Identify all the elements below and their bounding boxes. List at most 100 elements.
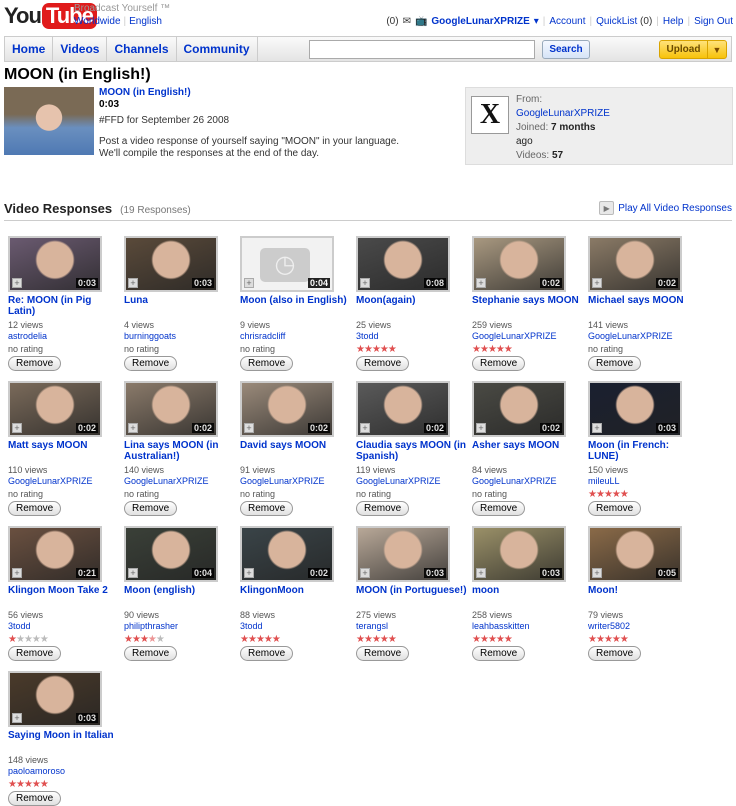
chevron-down-icon[interactable]: ▾ — [534, 16, 539, 27]
add-to-quicklist-icon[interactable]: + — [476, 278, 486, 288]
upload-label[interactable]: Upload — [660, 41, 708, 58]
author-link[interactable]: 3todd — [240, 621, 352, 632]
search-button[interactable]: Search — [542, 40, 590, 59]
mail-icon[interactable]: ✉ — [403, 16, 411, 27]
add-to-quicklist-icon[interactable]: + — [12, 568, 22, 578]
video-thumbnail[interactable]: +0:02 — [472, 236, 566, 292]
play-all-button[interactable]: ▶ Play All Video Responses — [599, 201, 732, 215]
add-to-quicklist-icon[interactable]: + — [128, 278, 138, 288]
author-link[interactable]: GoogleLunarXPRIZE — [8, 476, 120, 487]
author-link[interactable]: GoogleLunarXPRIZE — [356, 476, 468, 487]
video-thumbnail[interactable]: ◷ +0:04 — [240, 236, 334, 292]
remove-button[interactable]: Remove — [472, 356, 526, 371]
video-thumbnail[interactable]: +0:02 — [356, 381, 450, 437]
search-input[interactable] — [309, 40, 535, 59]
author-link[interactable]: terangsl — [356, 621, 468, 632]
video-thumbnail[interactable]: +0:21 — [8, 526, 102, 582]
region-link[interactable]: Worldwide — [74, 16, 121, 27]
tab-channels[interactable]: Channels — [107, 37, 177, 61]
add-to-quicklist-icon[interactable]: + — [244, 278, 254, 288]
video-thumbnail[interactable]: +0:04 — [124, 526, 218, 582]
remove-button[interactable]: Remove — [472, 501, 526, 516]
author-link[interactable]: mileuLL — [588, 476, 700, 487]
video-thumbnail[interactable]: +0:08 — [356, 236, 450, 292]
video-thumbnail[interactable]: +0:05 — [588, 526, 682, 582]
add-to-quicklist-icon[interactable]: + — [360, 423, 370, 433]
video-title-link[interactable]: Moon(again) — [356, 295, 468, 317]
video-title-link[interactable]: David says MOON — [240, 440, 352, 462]
add-to-quicklist-icon[interactable]: + — [592, 278, 602, 288]
add-to-quicklist-icon[interactable]: + — [12, 713, 22, 723]
remove-button[interactable]: Remove — [356, 356, 410, 371]
author-link[interactable]: paoloamoroso — [8, 766, 120, 777]
video-title-link[interactable]: Claudia says MOON (in Spanish) — [356, 440, 468, 462]
video-title-link[interactable]: Lina says MOON (in Australian!) — [124, 440, 236, 462]
video-title-link[interactable]: Asher says MOON — [472, 440, 584, 462]
video-thumbnail[interactable]: +0:03 — [8, 236, 102, 292]
remove-button[interactable]: Remove — [588, 501, 642, 516]
author-link[interactable]: chrisradcliff — [240, 331, 352, 342]
upload-dropdown-icon[interactable]: ▼ — [708, 41, 726, 58]
upload-button[interactable]: Upload ▼ — [659, 40, 727, 59]
add-to-quicklist-icon[interactable]: + — [12, 278, 22, 288]
video-title-link[interactable]: KlingonMoon — [240, 585, 352, 607]
remove-button[interactable]: Remove — [472, 646, 526, 661]
add-to-quicklist-icon[interactable]: + — [360, 568, 370, 578]
remove-button[interactable]: Remove — [8, 356, 62, 371]
video-title-link[interactable]: Klingon Moon Take 2 — [8, 585, 120, 607]
remove-button[interactable]: Remove — [240, 356, 294, 371]
remove-button[interactable]: Remove — [8, 501, 62, 516]
video-thumbnail[interactable]: +0:03 — [588, 381, 682, 437]
add-to-quicklist-icon[interactable]: + — [244, 423, 254, 433]
video-thumbnail[interactable]: +0:03 — [356, 526, 450, 582]
author-link[interactable]: astrodelia — [8, 331, 120, 342]
author-link[interactable]: 3todd — [356, 331, 468, 342]
remove-button[interactable]: Remove — [240, 646, 294, 661]
add-to-quicklist-icon[interactable]: + — [12, 423, 22, 433]
add-to-quicklist-icon[interactable]: + — [476, 568, 486, 578]
video-title-link[interactable]: Matt says MOON — [8, 440, 120, 462]
remove-button[interactable]: Remove — [124, 501, 178, 516]
remove-button[interactable]: Remove — [124, 646, 178, 661]
video-thumbnail[interactable]: +0:02 — [472, 381, 566, 437]
author-link[interactable]: burninggoats — [124, 331, 236, 342]
play-icon[interactable]: ▶ — [599, 201, 615, 215]
remove-button[interactable]: Remove — [356, 646, 410, 661]
video-thumbnail[interactable]: +0:02 — [240, 381, 334, 437]
channel-avatar[interactable]: X — [471, 96, 509, 134]
author-link[interactable]: leahbasskitten — [472, 621, 584, 632]
quicklist-link[interactable]: QuickList — [596, 16, 637, 27]
author-link[interactable]: GoogleLunarXPRIZE — [472, 476, 584, 487]
video-title-link[interactable]: Saying Moon in Italian — [8, 730, 120, 752]
play-all-label[interactable]: Play All Video Responses — [618, 203, 732, 214]
main-video-thumbnail[interactable] — [4, 87, 94, 155]
author-link[interactable]: writer5802 — [588, 621, 700, 632]
video-title-link[interactable]: MOON (in Portuguese!) — [356, 585, 468, 607]
add-to-quicklist-icon[interactable]: + — [592, 423, 602, 433]
remove-button[interactable]: Remove — [588, 646, 642, 661]
help-link[interactable]: Help — [663, 16, 684, 27]
add-to-quicklist-icon[interactable]: + — [128, 568, 138, 578]
video-title-link[interactable]: Michael says MOON — [588, 295, 700, 317]
video-thumbnail[interactable]: +0:03 — [472, 526, 566, 582]
video-title-link[interactable]: Moon! — [588, 585, 700, 607]
remove-button[interactable]: Remove — [8, 791, 62, 806]
author-link[interactable]: GoogleLunarXPRIZE — [124, 476, 236, 487]
video-thumbnail[interactable]: +0:03 — [8, 671, 102, 727]
add-to-quicklist-icon[interactable]: + — [128, 423, 138, 433]
channel-link[interactable]: GoogleLunarXPRIZE — [516, 108, 610, 119]
author-link[interactable]: 3todd — [8, 621, 120, 632]
author-link[interactable]: GoogleLunarXPRIZE — [588, 331, 700, 342]
account-link[interactable]: Account — [549, 16, 585, 27]
author-link[interactable]: GoogleLunarXPRIZE — [240, 476, 352, 487]
video-thumbnail[interactable]: +0:02 — [588, 236, 682, 292]
add-to-quicklist-icon[interactable]: + — [244, 568, 254, 578]
video-title-link[interactable]: Luna — [124, 295, 236, 317]
video-title-link[interactable]: moon — [472, 585, 584, 607]
remove-button[interactable]: Remove — [356, 501, 410, 516]
video-thumbnail[interactable]: +0:02 — [240, 526, 334, 582]
author-link[interactable]: philipthrasher — [124, 621, 236, 632]
video-title-link[interactable]: Moon (english) — [124, 585, 236, 607]
video-title-link[interactable]: Re: MOON (in Pig Latin) — [8, 295, 120, 317]
tab-community[interactable]: Community — [177, 37, 258, 61]
